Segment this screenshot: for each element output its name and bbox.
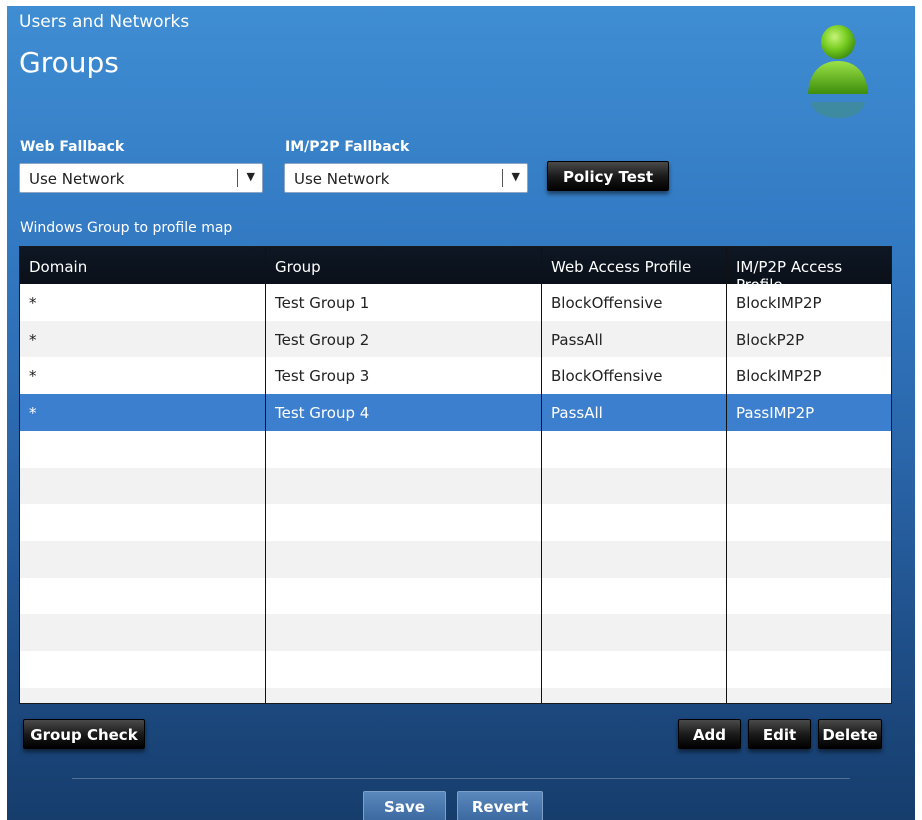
table-row[interactable]: * Test Group 3 BlockOffensive BlockIMP2P <box>20 357 891 394</box>
add-button[interactable]: Add <box>678 719 741 749</box>
web-fallback-label: Web Fallback <box>20 139 125 155</box>
web-profile-cell: PassAll <box>551 330 603 349</box>
domain-cell: * <box>29 330 37 349</box>
column-header-domain[interactable]: Domain <box>29 258 87 276</box>
table-row-selected[interactable]: * Test Group 4 PassAll PassIMP2P <box>20 394 891 431</box>
empty-row <box>20 614 891 651</box>
im-profile-cell: BlockIMP2P <box>736 294 822 312</box>
column-divider <box>541 247 542 703</box>
web-profile-cell: PassAll <box>551 404 603 423</box>
revert-button[interactable]: Revert <box>457 791 543 820</box>
groups-panel: Users and Networks Groups Web Fallback U… <box>7 6 915 820</box>
group-cell: Test Group 3 <box>275 367 370 386</box>
user-icon <box>803 16 873 126</box>
web-fallback-value: Use Network <box>29 170 125 188</box>
select-divider <box>237 169 238 187</box>
group-cell: Test Group 1 <box>275 294 370 312</box>
im-fallback-value: Use Network <box>294 170 390 188</box>
group-check-button[interactable]: Group Check <box>23 719 145 749</box>
delete-button[interactable]: Delete <box>818 719 882 749</box>
divider <box>72 778 850 779</box>
table-row[interactable]: * Test Group 1 BlockOffensive BlockIMP2P <box>20 284 891 321</box>
column-divider <box>265 247 266 703</box>
edit-button[interactable]: Edit <box>748 719 811 749</box>
empty-row <box>20 578 891 615</box>
empty-row <box>20 504 891 541</box>
im-profile-cell: PassIMP2P <box>736 404 815 423</box>
column-divider <box>726 247 727 703</box>
table-header: Domain Group Web Access Profile IM/P2P A… <box>20 247 891 294</box>
domain-cell: * <box>29 294 37 312</box>
policy-test-button[interactable]: Policy Test <box>547 161 669 191</box>
group-cell: Test Group 4 <box>275 404 370 423</box>
select-divider <box>502 169 503 187</box>
im-fallback-select[interactable]: Use Network ▼ <box>284 163 528 193</box>
empty-row <box>20 651 891 688</box>
im-fallback-label: IM/P2P Fallback <box>285 139 410 155</box>
column-header-group[interactable]: Group <box>275 258 321 276</box>
page-title: Groups <box>19 46 119 79</box>
empty-row <box>20 540 891 578</box>
im-profile-cell: BlockIMP2P <box>736 367 822 386</box>
domain-cell: * <box>29 367 37 386</box>
chevron-down-icon[interactable]: ▼ <box>247 170 255 183</box>
empty-row <box>20 467 891 505</box>
empty-row <box>20 431 891 468</box>
domain-cell: * <box>29 404 37 423</box>
column-header-web-profile[interactable]: Web Access Profile <box>551 258 691 276</box>
web-profile-cell: BlockOffensive <box>551 294 663 312</box>
web-profile-cell: BlockOffensive <box>551 367 663 386</box>
save-button[interactable]: Save <box>363 791 446 820</box>
im-profile-cell: BlockP2P <box>736 330 805 349</box>
table-row[interactable]: * Test Group 2 PassAll BlockP2P <box>20 320 891 358</box>
map-label: Windows Group to profile map <box>20 220 233 236</box>
web-fallback-select[interactable]: Use Network ▼ <box>19 163 263 193</box>
empty-row <box>20 687 891 703</box>
group-cell: Test Group 2 <box>275 330 370 349</box>
group-profile-table: Domain Group Web Access Profile IM/P2P A… <box>19 246 892 704</box>
chevron-down-icon[interactable]: ▼ <box>512 170 520 183</box>
breadcrumb: Users and Networks <box>19 12 190 32</box>
